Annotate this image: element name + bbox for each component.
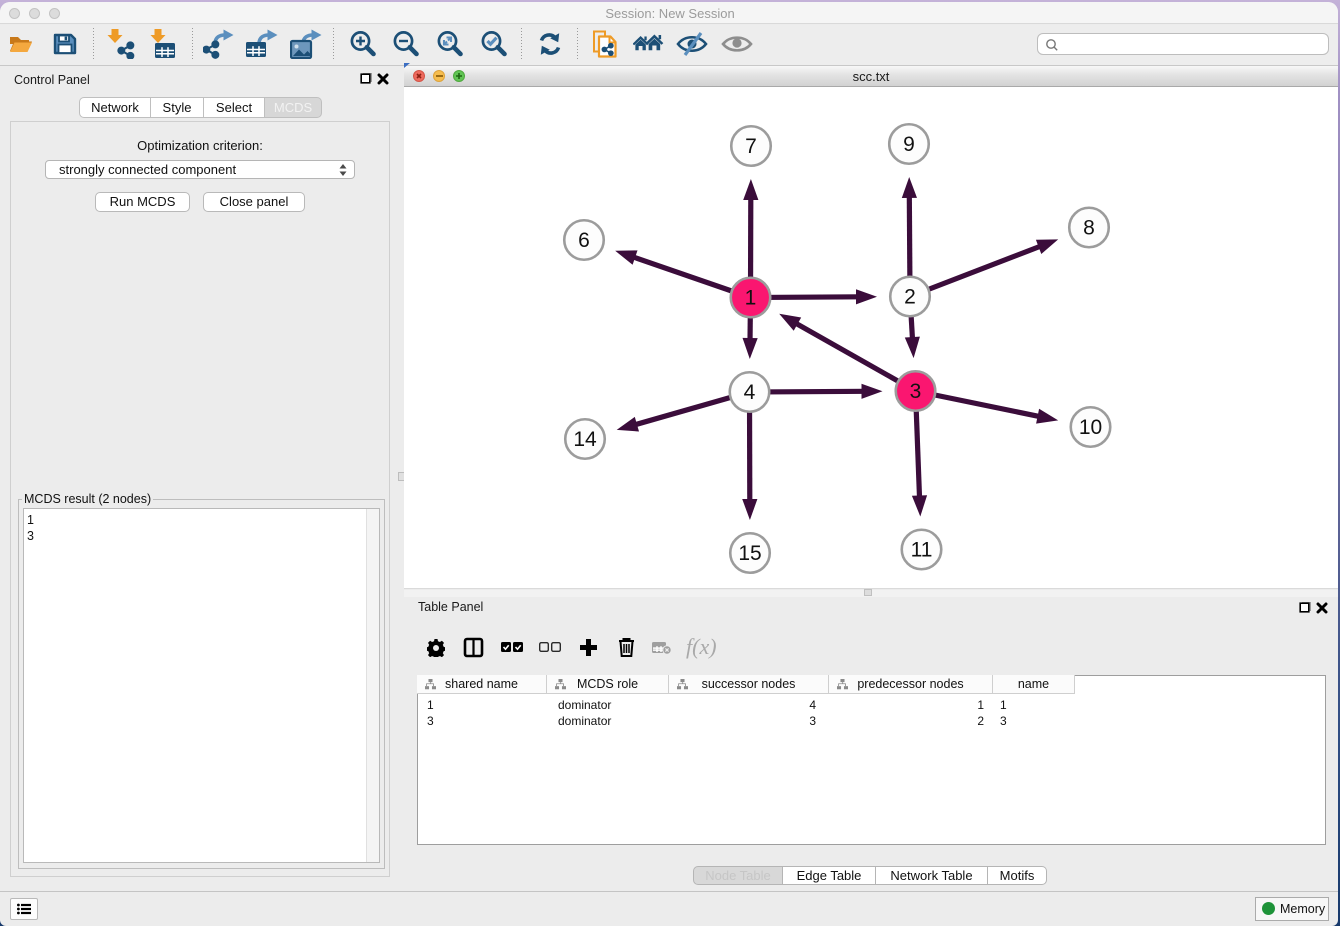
svg-text:3: 3 bbox=[910, 380, 922, 403]
svg-text:4: 4 bbox=[744, 381, 756, 404]
svg-text:1: 1 bbox=[745, 287, 757, 310]
svg-text:11: 11 bbox=[911, 539, 933, 562]
svg-text:9: 9 bbox=[903, 133, 915, 156]
svg-text:8: 8 bbox=[1083, 217, 1095, 240]
svg-text:7: 7 bbox=[745, 135, 757, 158]
svg-text:15: 15 bbox=[738, 542, 761, 565]
svg-text:10: 10 bbox=[1079, 416, 1102, 439]
svg-text:2: 2 bbox=[904, 286, 916, 309]
svg-text:14: 14 bbox=[573, 428, 597, 451]
svg-text:6: 6 bbox=[578, 229, 590, 252]
